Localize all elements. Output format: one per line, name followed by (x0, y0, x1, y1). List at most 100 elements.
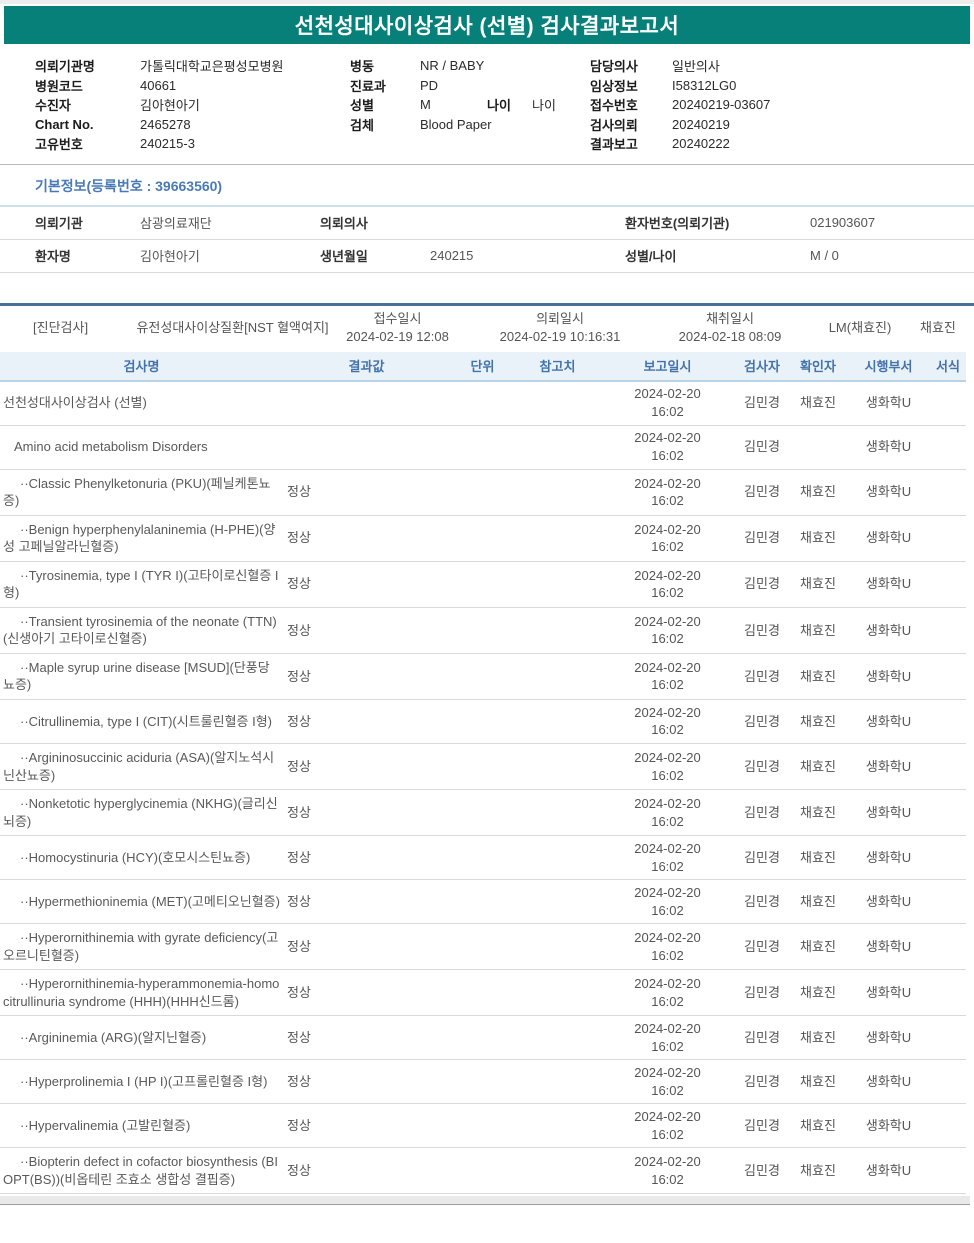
confirmer-cell: 채효진 (800, 395, 836, 411)
field-value: NR / BABY (420, 58, 485, 74)
table-row: ··Classic Phenylketonuria (PKU)(페닐케톤뇨증) … (0, 470, 966, 516)
test-name: ··Hyperprolinemia I (HP I)(고프롤린혈증 I형) (20, 1074, 268, 1090)
table-row: ··Maple syrup urine disease [MSUD](단풍당뇨증… (0, 654, 966, 700)
field-label: 검체 (350, 117, 374, 133)
confirmer-cell: 채효진 (800, 938, 836, 954)
header-field: 의뢰기관명 가톨릭대학교은평성모병원 (35, 56, 350, 76)
header-report-date: 보고일시 (643, 359, 692, 374)
field-label: 담당의사 (590, 59, 638, 75)
report-date: 2024-02-20 (634, 521, 701, 537)
table-row: ··Hyperornithinemia with gyrate deficien… (0, 924, 966, 971)
table-row: ··Hypermethioninemia (MET)(고메티오닌혈증) 정상 2… (0, 880, 966, 925)
test-name: ··Citrullinemia, type I (CIT)(시트룰린혈증 I형) (20, 713, 273, 729)
report-datetime-cell: 2024-02-20 16:02 (600, 749, 735, 784)
header-field: 진료과 PD (350, 76, 590, 96)
test-name: ··Tyrosinemia, type I (TYR I)(고타이로신혈증 I형… (3, 567, 279, 601)
report-datetime-cell: 2024-02-20 16:02 (600, 840, 735, 875)
table-row: ··Argininemia (ARG)(알지닌혈증) 정상 2024-02-20… (0, 1016, 966, 1061)
field-label: 결과보고 (590, 137, 638, 153)
basic-info-row: 환자명 김아현아기 생년월일 240215 성별/나이 M / 0 (0, 240, 974, 273)
report-time: 16:02 (651, 448, 684, 463)
report-time: 16:02 (651, 947, 684, 963)
field-value: 2465278 (140, 116, 191, 132)
requested-label: 의뢰일시 (536, 310, 584, 326)
test-name: ··Hypervalinemia (고발린혈증) (20, 1118, 191, 1134)
basic-info-section-title: 기본정보(등록번호 : 39663560) (0, 165, 974, 207)
field-value: I58312LG0 (672, 77, 737, 93)
confirmer-cell: 채효진 (800, 484, 836, 500)
field-value: Blood Paper (420, 116, 492, 132)
result-value-cell: 정상 (287, 938, 311, 954)
test-name: ··Transient tyrosinemia of the neonate (… (3, 613, 277, 647)
received-value: 2024-02-19 12:08 (346, 328, 449, 344)
department-cell: 생화학U (865, 622, 912, 638)
report-date: 2024-02-20 (634, 1021, 701, 1037)
basic-info-row: 의뢰기관 삼광의료재단 의뢰의사 환자번호(의뢰기관) 021903607 (0, 207, 974, 240)
report-date: 2024-02-20 (634, 475, 701, 491)
test-name-cell: ··Benign hyperphenylalaninemia (H-PHE)(양… (0, 516, 283, 561)
report-datetime-cell: 2024-02-20 16:02 (600, 975, 735, 1010)
department-cell: 생화학U (865, 576, 912, 592)
test-name-cell: ··Hyperornithinemia-hyperammonemia-homoc… (0, 970, 283, 1015)
result-value-cell: 정상 (287, 484, 311, 500)
result-value-cell: 정상 (287, 622, 311, 638)
report-datetime-cell: 2024-02-20 16:02 (600, 704, 735, 739)
header-field: 수진자 김아현아기 (35, 95, 350, 115)
info-value: M / 0 (810, 248, 839, 263)
info-pair: 의뢰기관 삼광의료재단 (0, 213, 320, 232)
collector-name: 채효진 (920, 319, 956, 335)
report-datetime-cell: 2024-02-20 16:02 (600, 429, 735, 464)
report-datetime-cell: 2024-02-20 16:02 (600, 1064, 735, 1099)
report-date: 2024-02-20 (634, 885, 701, 901)
header-field: 검체 Blood Paper (350, 115, 590, 135)
department-cell: 생화학U (865, 668, 912, 684)
collected-datetime: 채취일시 2024-02-18 08:09 (660, 310, 800, 345)
table-row: ··Benign hyperphenylalaninemia (H-PHE)(양… (0, 516, 966, 562)
report-time: 16:02 (651, 585, 684, 601)
confirmer-cell: 채효진 (800, 893, 836, 909)
header-info-col-3: 담당의사 일반의사 임상정보 I58312LG0 접수번호 20240219-0… (590, 56, 970, 154)
basic-info-table: 의뢰기관 삼광의료재단 의뢰의사 환자번호(의뢰기관) 021903607 환자… (0, 207, 974, 273)
report-time: 16:02 (651, 1038, 684, 1054)
field-label-2: 나이 (487, 98, 511, 114)
department-cell: 생화학U (865, 758, 912, 774)
department-cell: 생화학U (865, 439, 912, 455)
header-result: 결과값 (348, 359, 385, 374)
field-value: 240215-3 (140, 136, 195, 152)
test-name-cell: ··Nonketotic hyperglycinemia (NKHG)(글리신뇌… (0, 790, 283, 835)
header-field: 성별 M 나이 나이 (350, 95, 590, 115)
test-name: ··Nonketotic hyperglycinemia (NKHG)(글리신뇌… (3, 796, 278, 829)
result-value-cell: 정상 (287, 849, 311, 865)
info-label: 환자명 (35, 249, 71, 264)
tester-cell: 김민경 (744, 622, 780, 638)
test-name-cell: Amino acid metabolism Disorders (0, 433, 283, 461)
header-field: 결과보고 20240222 (590, 134, 970, 154)
header-field: 병동 NR / BABY (350, 56, 590, 76)
collected-value: 2024-02-18 08:09 (678, 328, 782, 344)
report-date: 2024-02-20 (634, 1154, 701, 1170)
header-unit: 단위 (470, 359, 495, 374)
collected-label: 채취일시 (706, 310, 754, 326)
department-cell: 생화학U (865, 804, 912, 820)
info-pair: 의뢰의사 (320, 213, 625, 232)
test-name-cell: ··Hyperprolinemia I (HP I)(고프롤린혈증 I형) (0, 1068, 283, 1096)
field-value: M (420, 97, 431, 113)
confirmer-cell: 채효진 (800, 530, 836, 546)
test-name-cell: ··Transient tyrosinemia of the neonate (… (0, 608, 283, 653)
table-row: ··Nonketotic hyperglycinemia (NKHG)(글리신뇌… (0, 790, 966, 837)
report-time: 16:02 (651, 902, 684, 918)
result-value-cell: 정상 (287, 576, 311, 592)
result-value-cell: 정상 (287, 668, 311, 684)
field-extra: 나이 나이 (487, 95, 556, 114)
header-department: 시행부서 (864, 359, 913, 374)
tester-cell: 김민경 (744, 849, 780, 865)
table-row: ··Biopterin defect in cofactor biosynthe… (0, 1148, 966, 1195)
table-row: ··Homocystinuria (HCY)(호모시스틴뇨증) 정상 2024-… (0, 836, 966, 881)
report-time: 16:02 (651, 404, 684, 419)
info-pair: 생년월일 240215 (320, 246, 625, 265)
field-label: 접수번호 (590, 98, 638, 114)
report-date: 2024-02-20 (634, 1109, 701, 1125)
result-value-cell: 정상 (287, 758, 311, 774)
header-form: 서식 (936, 359, 960, 374)
table-row: ··Tyrosinemia, type I (TYR I)(고타이로신혈증 I형… (0, 562, 966, 608)
